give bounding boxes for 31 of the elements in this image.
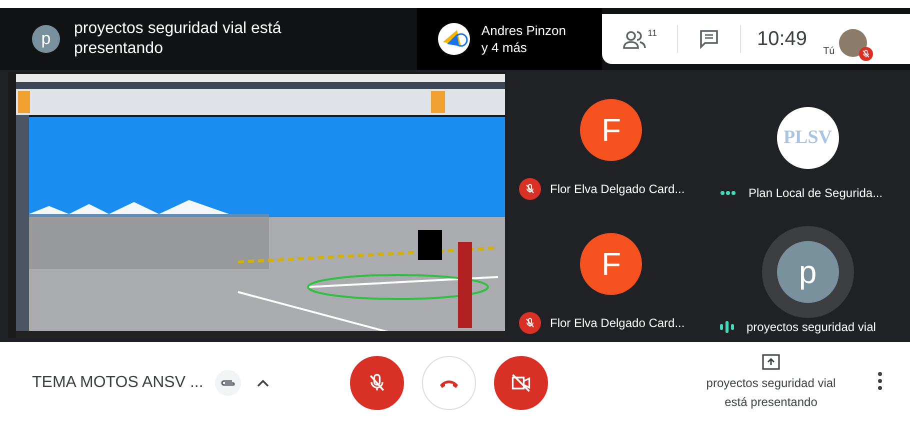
presenting-button[interactable]: proyectos seguridad vial está presentando <box>696 354 846 412</box>
participant-name: Flor Elva Delgado Card... <box>550 316 685 330</box>
participant-name: Andres Pinzon <box>481 22 566 39</box>
logo: PLSV <box>776 107 839 169</box>
participant-avatar: F <box>580 233 642 295</box>
chat-icon <box>698 28 720 50</box>
participant-count: 11 <box>648 28 657 38</box>
present-screen-icon <box>762 354 780 370</box>
participant-avatar: F <box>580 99 642 161</box>
self-label: Tú <box>823 46 835 57</box>
participant-avatar: p <box>776 241 839 303</box>
camera-off-icon <box>510 372 532 394</box>
participant-name: proyectos seguridad vial <box>746 320 876 334</box>
meeting-title: TEMA MOTOS ANSV ... <box>32 374 204 392</box>
presenter-status: proyectos seguridad vial está presentando <box>74 19 282 59</box>
people-button[interactable]: 11 <box>602 28 677 50</box>
camera-button[interactable] <box>494 356 548 410</box>
hang-up-button[interactable] <box>422 356 476 410</box>
microphone-button[interactable] <box>350 356 404 410</box>
presenter-avatar: p <box>32 25 60 53</box>
caret-icon <box>257 379 270 387</box>
people-icon <box>622 28 648 50</box>
attachment-button[interactable] <box>215 370 242 396</box>
participant-name: Flor Elva Delgado Card... <box>550 182 685 196</box>
more-participants: y 4 más <box>481 39 528 56</box>
logo-icon <box>437 22 472 56</box>
self-photo-placeholder <box>838 29 867 57</box>
clock-time: 10:49 <box>756 28 808 50</box>
participant-name: Plan Local de Segurida... <box>748 186 883 200</box>
paperclip-icon <box>220 378 236 388</box>
more-icon <box>878 372 882 390</box>
